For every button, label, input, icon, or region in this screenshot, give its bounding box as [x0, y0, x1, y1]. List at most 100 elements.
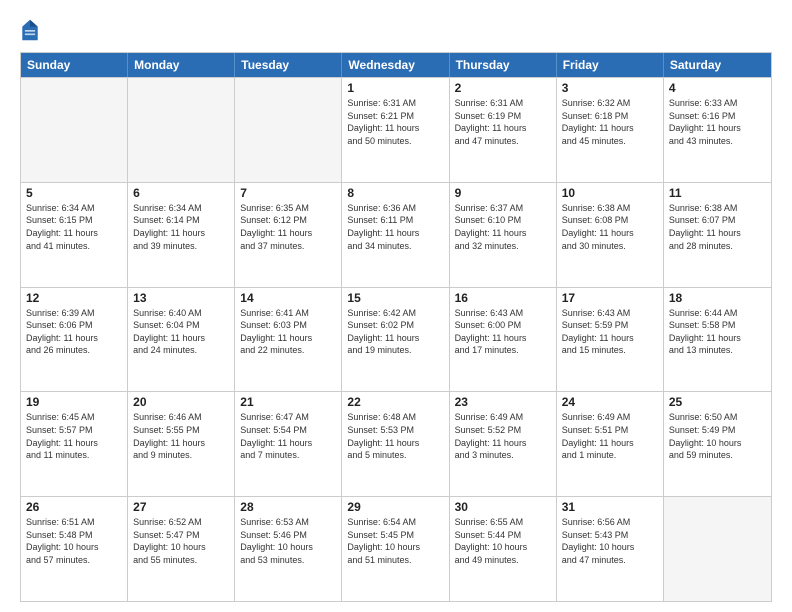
day-number: 3	[562, 81, 658, 95]
calendar-day-6: 6 Sunrise: 6:34 AM Sunset: 6:14 PM Daylig…	[128, 183, 235, 287]
weekday-header-thursday: Thursday	[450, 53, 557, 77]
day-info: Sunrise: 6:41 AM Sunset: 6:03 PM Dayligh…	[240, 307, 336, 357]
calendar-day-3: 3 Sunrise: 6:32 AM Sunset: 6:18 PM Daylig…	[557, 78, 664, 182]
calendar-day-28: 28 Sunrise: 6:53 AM Sunset: 5:46 PM Dayli…	[235, 497, 342, 601]
day-number: 26	[26, 500, 122, 514]
day-info: Sunrise: 6:50 AM Sunset: 5:49 PM Dayligh…	[669, 411, 766, 461]
calendar-row-2: 12 Sunrise: 6:39 AM Sunset: 6:06 PM Dayli…	[21, 287, 771, 392]
calendar-row-1: 5 Sunrise: 6:34 AM Sunset: 6:15 PM Daylig…	[21, 182, 771, 287]
day-number: 28	[240, 500, 336, 514]
day-number: 12	[26, 291, 122, 305]
weekday-header-sunday: Sunday	[21, 53, 128, 77]
day-number: 9	[455, 186, 551, 200]
calendar-day-21: 21 Sunrise: 6:47 AM Sunset: 5:54 PM Dayli…	[235, 392, 342, 496]
day-info: Sunrise: 6:49 AM Sunset: 5:51 PM Dayligh…	[562, 411, 658, 461]
day-number: 20	[133, 395, 229, 409]
day-info: Sunrise: 6:48 AM Sunset: 5:53 PM Dayligh…	[347, 411, 443, 461]
day-number: 6	[133, 186, 229, 200]
day-number: 23	[455, 395, 551, 409]
day-number: 29	[347, 500, 443, 514]
day-number: 16	[455, 291, 551, 305]
day-number: 21	[240, 395, 336, 409]
day-number: 15	[347, 291, 443, 305]
calendar-day-26: 26 Sunrise: 6:51 AM Sunset: 5:48 PM Dayli…	[21, 497, 128, 601]
day-number: 17	[562, 291, 658, 305]
day-info: Sunrise: 6:51 AM Sunset: 5:48 PM Dayligh…	[26, 516, 122, 566]
day-info: Sunrise: 6:54 AM Sunset: 5:45 PM Dayligh…	[347, 516, 443, 566]
calendar-day-8: 8 Sunrise: 6:36 AM Sunset: 6:11 PM Daylig…	[342, 183, 449, 287]
calendar-empty-cell	[21, 78, 128, 182]
calendar-day-25: 25 Sunrise: 6:50 AM Sunset: 5:49 PM Dayli…	[664, 392, 771, 496]
day-info: Sunrise: 6:33 AM Sunset: 6:16 PM Dayligh…	[669, 97, 766, 147]
day-info: Sunrise: 6:37 AM Sunset: 6:10 PM Dayligh…	[455, 202, 551, 252]
calendar-day-13: 13 Sunrise: 6:40 AM Sunset: 6:04 PM Dayli…	[128, 288, 235, 392]
calendar: SundayMondayTuesdayWednesdayThursdayFrid…	[20, 52, 772, 602]
day-info: Sunrise: 6:44 AM Sunset: 5:58 PM Dayligh…	[669, 307, 766, 357]
calendar-row-4: 26 Sunrise: 6:51 AM Sunset: 5:48 PM Dayli…	[21, 496, 771, 601]
day-info: Sunrise: 6:56 AM Sunset: 5:43 PM Dayligh…	[562, 516, 658, 566]
calendar-day-20: 20 Sunrise: 6:46 AM Sunset: 5:55 PM Dayli…	[128, 392, 235, 496]
day-info: Sunrise: 6:53 AM Sunset: 5:46 PM Dayligh…	[240, 516, 336, 566]
day-number: 31	[562, 500, 658, 514]
day-info: Sunrise: 6:49 AM Sunset: 5:52 PM Dayligh…	[455, 411, 551, 461]
day-number: 7	[240, 186, 336, 200]
day-number: 19	[26, 395, 122, 409]
calendar-day-1: 1Sunrise: 6:31 AM Sunset: 6:21 PM Daylig…	[342, 78, 449, 182]
day-info: Sunrise: 6:39 AM Sunset: 6:06 PM Dayligh…	[26, 307, 122, 357]
day-info: Sunrise: 6:46 AM Sunset: 5:55 PM Dayligh…	[133, 411, 229, 461]
logo	[20, 18, 44, 42]
weekday-header-friday: Friday	[557, 53, 664, 77]
day-number: 4	[669, 81, 766, 95]
calendar-row-0: 1Sunrise: 6:31 AM Sunset: 6:21 PM Daylig…	[21, 77, 771, 182]
day-number: 1	[347, 81, 443, 95]
calendar-day-19: 19Sunrise: 6:45 AM Sunset: 5:57 PM Dayli…	[21, 392, 128, 496]
day-info: Sunrise: 6:38 AM Sunset: 6:08 PM Dayligh…	[562, 202, 658, 252]
calendar-day-10: 10Sunrise: 6:38 AM Sunset: 6:08 PM Dayli…	[557, 183, 664, 287]
day-number: 14	[240, 291, 336, 305]
calendar-header: SundayMondayTuesdayWednesdayThursdayFrid…	[21, 53, 771, 77]
calendar-day-5: 5 Sunrise: 6:34 AM Sunset: 6:15 PM Daylig…	[21, 183, 128, 287]
calendar-empty-cell	[128, 78, 235, 182]
weekday-header-wednesday: Wednesday	[342, 53, 449, 77]
day-info: Sunrise: 6:34 AM Sunset: 6:15 PM Dayligh…	[26, 202, 122, 252]
day-info: Sunrise: 6:42 AM Sunset: 6:02 PM Dayligh…	[347, 307, 443, 357]
day-number: 5	[26, 186, 122, 200]
calendar-day-9: 9 Sunrise: 6:37 AM Sunset: 6:10 PM Daylig…	[450, 183, 557, 287]
calendar-day-15: 15 Sunrise: 6:42 AM Sunset: 6:02 PM Dayli…	[342, 288, 449, 392]
day-info: Sunrise: 6:32 AM Sunset: 6:18 PM Dayligh…	[562, 97, 658, 147]
weekday-header-tuesday: Tuesday	[235, 53, 342, 77]
calendar-day-30: 30 Sunrise: 6:55 AM Sunset: 5:44 PM Dayli…	[450, 497, 557, 601]
day-info: Sunrise: 6:40 AM Sunset: 6:04 PM Dayligh…	[133, 307, 229, 357]
day-info: Sunrise: 6:55 AM Sunset: 5:44 PM Dayligh…	[455, 516, 551, 566]
day-number: 30	[455, 500, 551, 514]
calendar-page: SundayMondayTuesdayWednesdayThursdayFrid…	[0, 0, 792, 612]
day-number: 2	[455, 81, 551, 95]
day-info: Sunrise: 6:52 AM Sunset: 5:47 PM Dayligh…	[133, 516, 229, 566]
day-info: Sunrise: 6:34 AM Sunset: 6:14 PM Dayligh…	[133, 202, 229, 252]
calendar-day-17: 17 Sunrise: 6:43 AM Sunset: 5:59 PM Dayli…	[557, 288, 664, 392]
day-number: 8	[347, 186, 443, 200]
calendar-row-3: 19Sunrise: 6:45 AM Sunset: 5:57 PM Dayli…	[21, 391, 771, 496]
calendar-day-12: 12 Sunrise: 6:39 AM Sunset: 6:06 PM Dayli…	[21, 288, 128, 392]
calendar-day-2: 2 Sunrise: 6:31 AM Sunset: 6:19 PM Daylig…	[450, 78, 557, 182]
day-info: Sunrise: 6:35 AM Sunset: 6:12 PM Dayligh…	[240, 202, 336, 252]
day-number: 25	[669, 395, 766, 409]
day-info: Sunrise: 6:31 AM Sunset: 6:19 PM Dayligh…	[455, 97, 551, 147]
calendar-day-27: 27Sunrise: 6:52 AM Sunset: 5:47 PM Dayli…	[128, 497, 235, 601]
calendar-day-11: 11Sunrise: 6:38 AM Sunset: 6:07 PM Dayli…	[664, 183, 771, 287]
weekday-header-saturday: Saturday	[664, 53, 771, 77]
day-number: 13	[133, 291, 229, 305]
calendar-day-23: 23 Sunrise: 6:49 AM Sunset: 5:52 PM Dayli…	[450, 392, 557, 496]
calendar-day-29: 29 Sunrise: 6:54 AM Sunset: 5:45 PM Dayli…	[342, 497, 449, 601]
calendar-day-18: 18Sunrise: 6:44 AM Sunset: 5:58 PM Dayli…	[664, 288, 771, 392]
logo-icon	[20, 18, 40, 42]
calendar-day-16: 16Sunrise: 6:43 AM Sunset: 6:00 PM Dayli…	[450, 288, 557, 392]
day-number: 11	[669, 186, 766, 200]
day-info: Sunrise: 6:47 AM Sunset: 5:54 PM Dayligh…	[240, 411, 336, 461]
calendar-day-31: 31 Sunrise: 6:56 AM Sunset: 5:43 PM Dayli…	[557, 497, 664, 601]
day-info: Sunrise: 6:36 AM Sunset: 6:11 PM Dayligh…	[347, 202, 443, 252]
calendar-empty-cell	[664, 497, 771, 601]
weekday-header-monday: Monday	[128, 53, 235, 77]
day-info: Sunrise: 6:43 AM Sunset: 5:59 PM Dayligh…	[562, 307, 658, 357]
day-number: 24	[562, 395, 658, 409]
